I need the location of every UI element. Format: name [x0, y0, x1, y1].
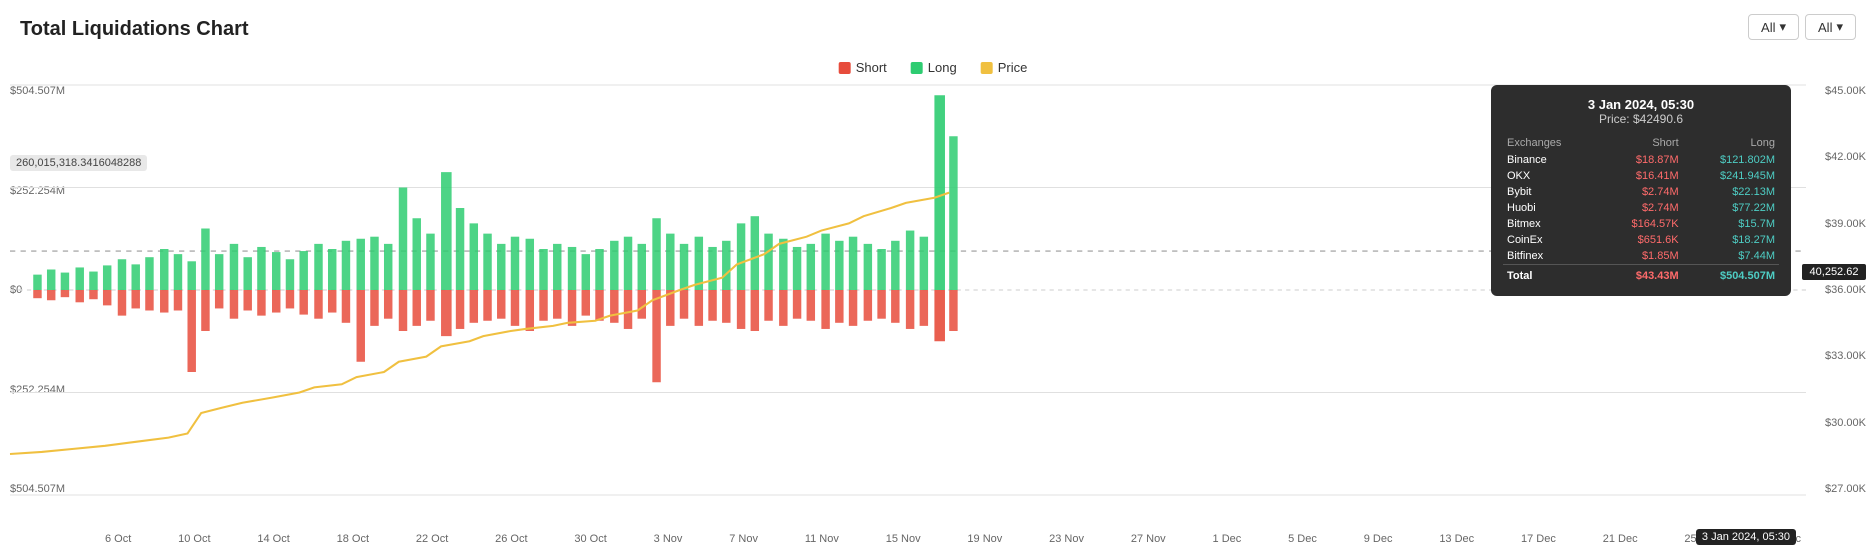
legend-price: Price: [981, 60, 1028, 75]
tooltip-row: Bybit $2.74M $22.13M: [1503, 184, 1779, 200]
left-dropdown[interactable]: All ▾: [1748, 14, 1799, 40]
x-axis: 6 Oct 10 Oct 14 Oct 18 Oct 22 Oct 26 Oct…: [105, 533, 1801, 545]
top-right-controls: All ▾ All ▾: [1748, 14, 1856, 40]
col-short: Short: [1598, 134, 1682, 152]
tooltip-row: OKX $16.41M $241.945M: [1503, 168, 1779, 184]
short-color-swatch: [839, 62, 851, 74]
tooltip-price: Price: $42490.6: [1503, 112, 1779, 126]
chart-title: Total Liquidations Chart: [20, 18, 249, 41]
col-long: Long: [1683, 134, 1779, 152]
chart-container: Total Liquidations Chart All ▾ All ▾ Sho…: [0, 0, 1866, 550]
tooltip-row: Binance $18.87M $121.802M: [1503, 152, 1779, 168]
col-exchange: Exchanges: [1503, 134, 1598, 152]
tooltip-table: Exchanges Short Long Binance $18.87M $12…: [1503, 134, 1779, 284]
tooltip-row: Bitfinex $1.85M $7.44M: [1503, 248, 1779, 265]
y-axis-right: $45.00K $42.00K $39.00K $36.00K $33.00K …: [1801, 85, 1866, 495]
active-date-label: 3 Jan 2024, 05:30: [1696, 529, 1796, 545]
tooltip-row: Huobi $2.74M $77.22M: [1503, 200, 1779, 216]
tooltip-total-row: Total $43.43M $504.507M: [1503, 265, 1779, 285]
chevron-down-icon: ▾: [1779, 19, 1786, 35]
legend-long: Long: [911, 60, 957, 75]
tooltip-header: 3 Jan 2024, 05:30 Price: $42490.6: [1503, 97, 1779, 126]
chart-legend: Short Long Price: [839, 60, 1028, 75]
long-color-swatch: [911, 62, 923, 74]
tooltip-row: Bitmex $164.57K $15.7M: [1503, 216, 1779, 232]
hover-price-label: 40,252.62: [1802, 264, 1866, 280]
legend-short: Short: [839, 60, 887, 75]
chevron-down-icon: ▾: [1836, 19, 1843, 35]
tooltip-panel: 3 Jan 2024, 05:30 Price: $42490.6 Exchan…: [1491, 85, 1791, 296]
tooltip-row: CoinEx $651.6K $18.27M: [1503, 232, 1779, 248]
tooltip-date: 3 Jan 2024, 05:30: [1503, 97, 1779, 112]
right-dropdown[interactable]: All ▾: [1805, 14, 1856, 40]
price-color-swatch: [981, 62, 993, 74]
